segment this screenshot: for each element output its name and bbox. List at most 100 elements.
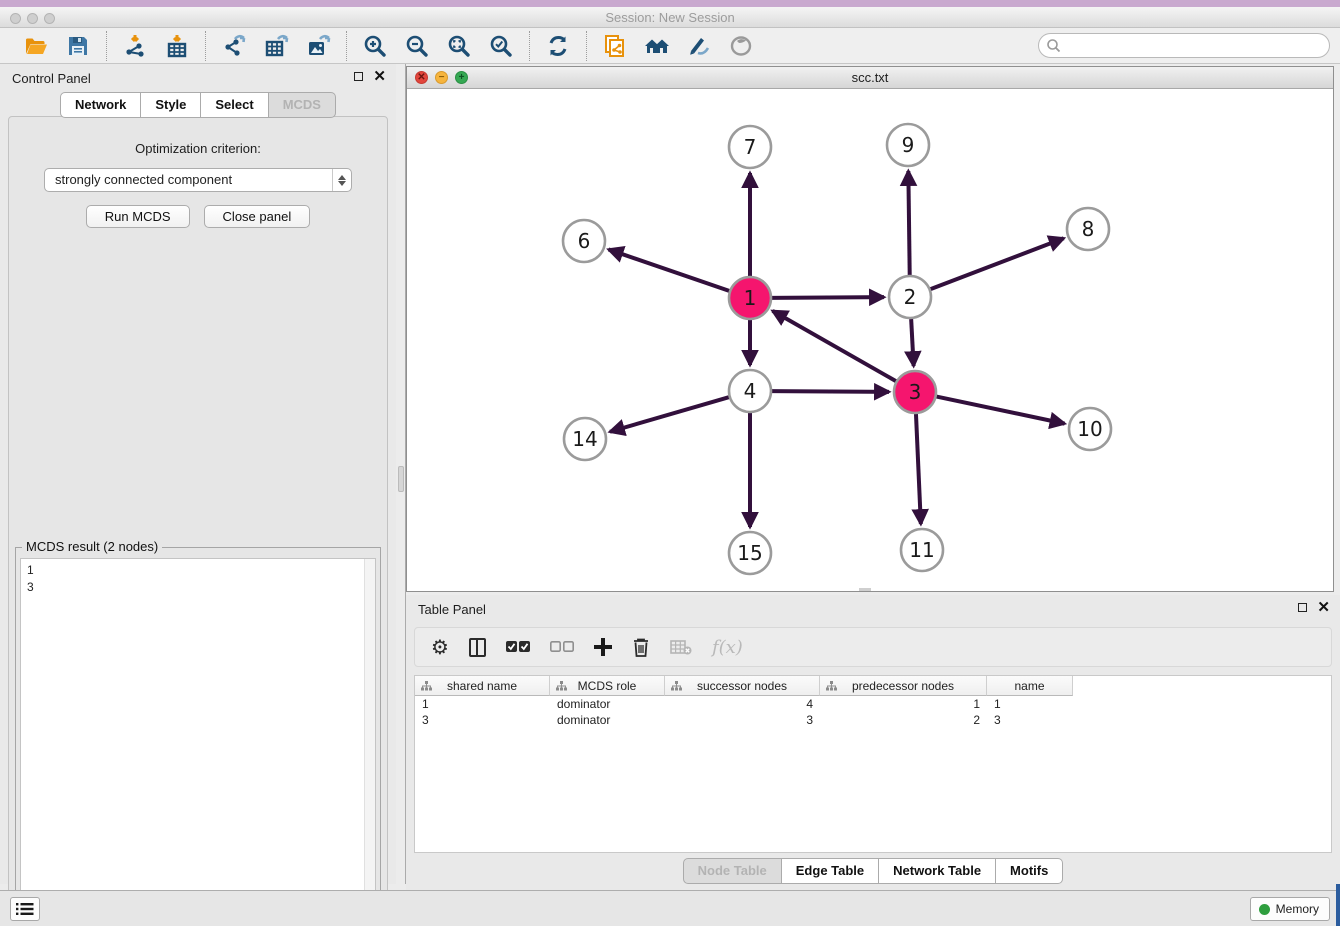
panel-split-divider[interactable] [396, 64, 406, 884]
graph-node-label: 7 [744, 135, 757, 159]
column-header-name[interactable]: name [987, 676, 1073, 696]
graph-edge-1-2[interactable] [772, 297, 884, 298]
graph-edge-4-14[interactable] [610, 397, 729, 432]
network-canvas[interactable]: 7 9 6 8 1 2 4 3 14 10 15 11 [407, 89, 1333, 591]
criterion-dropdown[interactable]: strongly connected component [44, 168, 352, 192]
search-icon [1046, 38, 1062, 54]
add-column-icon[interactable] [594, 635, 612, 659]
graph-node-10[interactable]: 10 [1069, 408, 1111, 450]
show-columns-icon[interactable] [469, 635, 486, 659]
close-panel-icon[interactable]: ✕ [373, 71, 386, 82]
tab-node-table[interactable]: Node Table [683, 858, 782, 884]
tab-motifs[interactable]: Motifs [996, 858, 1063, 884]
float-table-panel-icon[interactable] [1298, 603, 1307, 612]
home-icon[interactable] [643, 32, 671, 60]
graph-edge-4-3[interactable] [772, 391, 889, 392]
deselect-all-icon[interactable] [550, 635, 574, 659]
tab-select[interactable]: Select [201, 92, 268, 118]
split-handle[interactable] [398, 466, 404, 492]
select-all-icon[interactable] [506, 635, 530, 659]
graph-node-label: 2 [904, 285, 917, 309]
open-session-icon[interactable] [22, 32, 50, 60]
export-table-icon[interactable] [262, 32, 290, 60]
task-history-button[interactable] [10, 897, 40, 921]
network-window-title: scc.txt [407, 70, 1333, 85]
network-graph: 7 9 6 8 1 2 4 3 14 10 15 11 [407, 89, 1333, 591]
column-header-shared-name[interactable]: shared name [415, 676, 550, 696]
float-panel-icon[interactable] [354, 72, 363, 81]
table-row[interactable]: 3dominator323 [415, 712, 1331, 728]
close-table-panel-icon[interactable]: ✕ [1317, 602, 1330, 613]
memory-button[interactable]: Memory [1250, 897, 1330, 921]
table-settings-gear-icon[interactable]: ⚙ [431, 635, 449, 659]
table-cell: dominator [550, 712, 665, 728]
import-network-icon[interactable] [121, 32, 149, 60]
table-body: 1dominator4113dominator323 [415, 696, 1331, 728]
task-list-icon [16, 902, 34, 916]
function-builder-icon[interactable]: f(x) [712, 635, 743, 659]
import-table-icon[interactable] [163, 32, 191, 60]
graph-node-6[interactable]: 6 [563, 220, 605, 262]
mcds-result-text[interactable]: 13 [20, 558, 376, 922]
graph-edge-1-6[interactable] [609, 249, 730, 290]
close-panel-button[interactable]: Close panel [204, 205, 311, 228]
toolbar-search [1038, 33, 1330, 58]
export-image-icon[interactable] [304, 32, 332, 60]
graph-edge-3-10[interactable] [937, 397, 1065, 424]
memory-status-icon [1259, 904, 1270, 915]
desktop-background-edge [1336, 884, 1340, 926]
graph-node-9[interactable]: 9 [887, 124, 929, 166]
search-input[interactable] [1038, 33, 1330, 58]
tab-mcds[interactable]: MCDS [269, 92, 336, 118]
table-row[interactable]: 1dominator411 [415, 696, 1331, 712]
graph-edge-2-8[interactable] [931, 238, 1064, 289]
application-window: Session: New Session [0, 0, 1340, 926]
graph-node-label: 1 [744, 286, 757, 310]
show-all-icon[interactable] [727, 32, 755, 60]
table-cell: 2 [820, 712, 987, 728]
tab-style[interactable]: Style [141, 92, 201, 118]
graph-edge-3-1[interactable] [773, 311, 896, 381]
mcds-result-box: MCDS result (2 nodes) 13 [15, 547, 381, 926]
graph-node-3[interactable]: 3 [894, 371, 936, 413]
graph-edge-3-11[interactable] [916, 414, 921, 524]
graph-node-11[interactable]: 11 [901, 529, 943, 571]
table-cell: 3 [665, 712, 820, 728]
column-header-predecessor-nodes[interactable]: predecessor nodes [820, 676, 987, 696]
result-scrollbar[interactable] [364, 559, 375, 921]
graph-node-1[interactable]: 1 [729, 277, 771, 319]
run-mcds-button[interactable]: Run MCDS [86, 205, 190, 228]
window-titlebar: Session: New Session [0, 7, 1340, 28]
zoom-selected-icon[interactable] [487, 32, 515, 60]
window-resize-handle[interactable] [859, 588, 871, 591]
graph-node-label: 6 [578, 229, 591, 253]
table-cell: 3 [415, 712, 550, 728]
column-header-MCDS-role[interactable]: MCDS role [550, 676, 665, 696]
column-header-successor-nodes[interactable]: successor nodes [665, 676, 820, 696]
graph-node-7[interactable]: 7 [729, 126, 771, 168]
delete-table-icon[interactable] [670, 635, 692, 659]
delete-column-trash-icon[interactable] [632, 635, 650, 659]
hide-selected-icon[interactable] [685, 32, 713, 60]
zoom-in-icon[interactable] [361, 32, 389, 60]
tab-network[interactable]: Network [60, 92, 141, 118]
zoom-out-icon[interactable] [403, 32, 431, 60]
graph-node-4[interactable]: 4 [729, 370, 771, 412]
tab-edge-table[interactable]: Edge Table [782, 858, 879, 884]
export-network-icon[interactable] [220, 32, 248, 60]
criterion-dropdown-value: strongly connected component [55, 172, 232, 187]
tab-network-table[interactable]: Network Table [879, 858, 996, 884]
network-window-titlebar[interactable]: ✕ − + scc.txt [407, 67, 1333, 89]
graph-edge-2-9[interactable] [908, 171, 909, 275]
graph-node-8[interactable]: 8 [1067, 208, 1109, 250]
graph-edge-2-3[interactable] [911, 319, 913, 366]
save-session-icon[interactable] [64, 32, 92, 60]
graph-node-2[interactable]: 2 [889, 276, 931, 318]
clone-network-icon[interactable] [601, 32, 629, 60]
graph-node-15[interactable]: 15 [729, 532, 771, 574]
apply-layout-icon[interactable] [544, 32, 572, 60]
zoom-fit-icon[interactable] [445, 32, 473, 60]
table-cell: 4 [665, 696, 820, 712]
graph-node-label: 15 [737, 541, 762, 565]
graph-node-14[interactable]: 14 [564, 418, 606, 460]
